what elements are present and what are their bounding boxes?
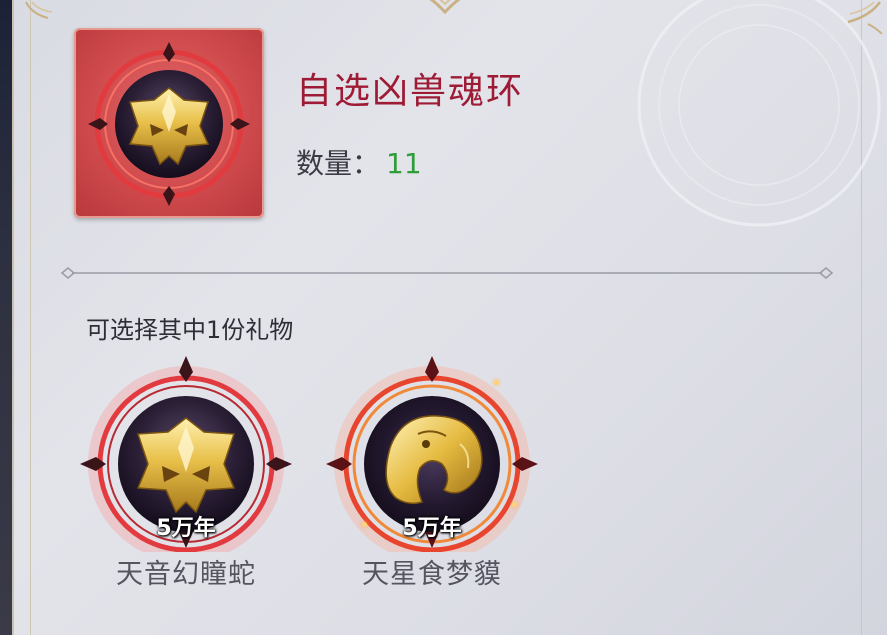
corner-ornament-left (25, 1, 53, 19)
quantity-row: 数量： 11 (296, 142, 422, 182)
item-icon-box (74, 28, 264, 218)
background-ring-decoration (637, 0, 881, 227)
corner-ornament-right (847, 1, 883, 34)
quantity-value: 11 (386, 147, 422, 180)
soul-ring-years-label: 5万年 (156, 516, 216, 541)
choose-gift-prompt: 可选择其中1份礼物 (86, 316, 294, 344)
golden-dragon-mask-soul-ring-icon (88, 42, 250, 206)
reward-name: 天星食梦貘 (362, 559, 502, 590)
sparkle-effect (512, 502, 517, 507)
section-divider (60, 267, 834, 279)
reward-name: 天音幻瞳蛇 (116, 559, 256, 590)
reward-option[interactable]: 5万年 天音幻瞳蛇 (76, 352, 296, 592)
top-ornament (429, 0, 461, 15)
reward-option[interactable]: 5万年 天星食梦貘 (322, 352, 542, 592)
soul-ring-years-label: 5万年 (402, 516, 462, 541)
item-title: 自选凶兽魂环 (296, 71, 525, 112)
sparkle-effect (494, 380, 499, 385)
quantity-label: 数量： (296, 147, 381, 180)
